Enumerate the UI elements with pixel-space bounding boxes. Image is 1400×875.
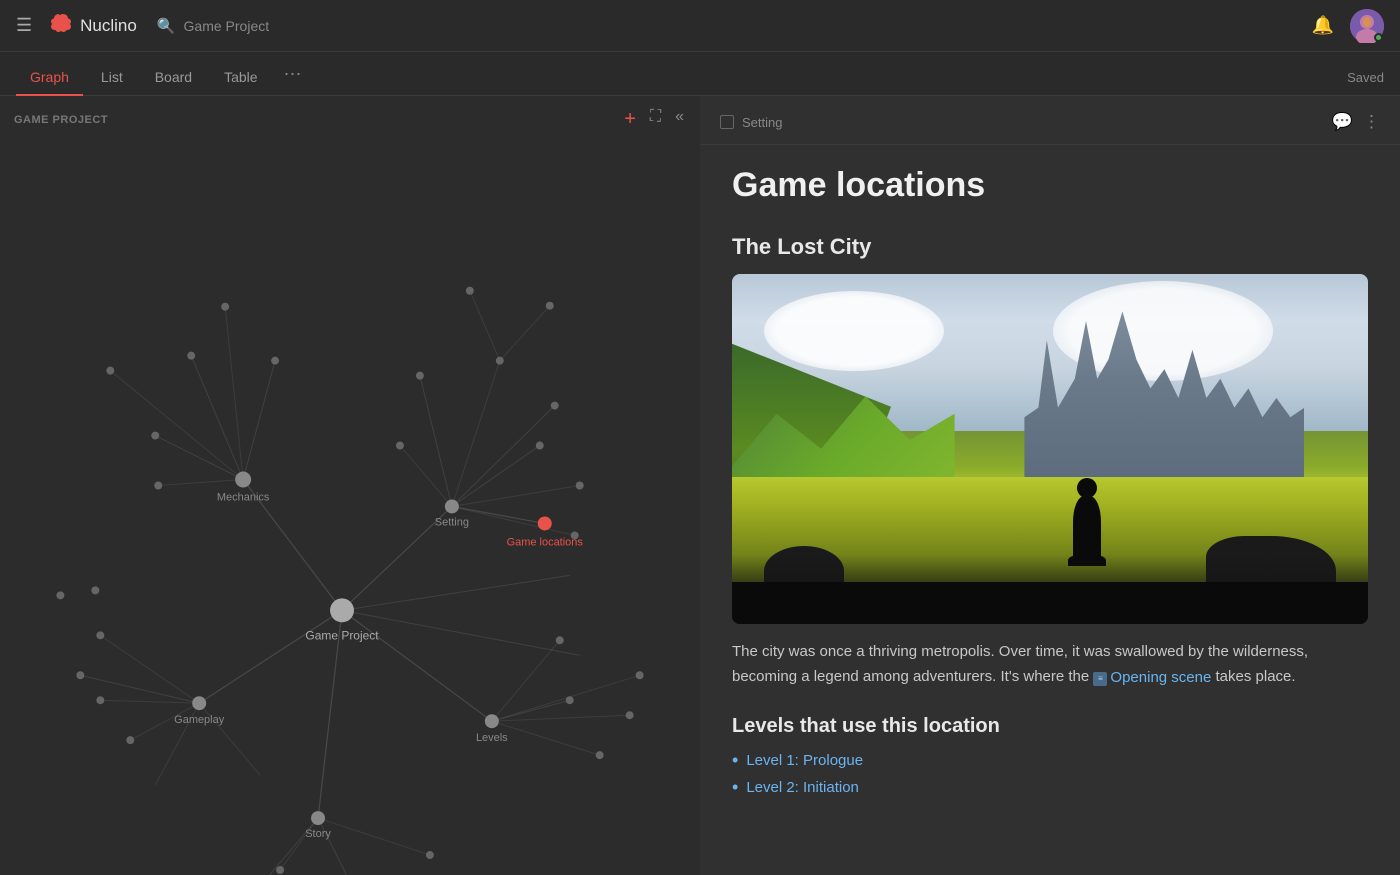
node-game-project (330, 598, 354, 622)
node-sm-16 (76, 671, 84, 679)
link-doc-icon: ≡ (1093, 672, 1107, 686)
node-sm-19 (96, 696, 104, 704)
nav-tabs: Graph List Board Table ⋯ Saved (0, 52, 1400, 96)
svg-text:Story: Story (305, 828, 331, 840)
expand-button[interactable]: ⛶ (648, 106, 663, 133)
node-sm-1 (187, 352, 195, 360)
node-sm-9 (551, 402, 559, 410)
topbar-right: 🔔 (1312, 9, 1384, 43)
main-content: GAME PROJECT + ⛶ « (0, 96, 1400, 875)
graph-panel: GAME PROJECT + ⛶ « (0, 96, 700, 875)
logo[interactable]: Nuclino (46, 12, 137, 40)
node-sm-25 (556, 636, 564, 644)
node-sm-13 (571, 531, 579, 539)
more-tabs-button[interactable]: ⋯ (276, 54, 310, 95)
topbar: ☰ Nuclino 🔍 Game Project 🔔 (0, 0, 1400, 52)
svg-text:Mechanics: Mechanics (217, 491, 270, 503)
more-options-button[interactable]: ⋮ (1363, 112, 1380, 132)
logo-text: Nuclino (80, 16, 137, 36)
svg-text:Setting: Setting (435, 516, 469, 528)
menu-icon[interactable]: ☰ (16, 15, 32, 36)
node-levels (485, 714, 499, 728)
node-sm-14 (546, 302, 554, 310)
search-bar[interactable]: 🔍 Game Project (157, 17, 269, 35)
document-actions: 💬 ⋮ (1332, 112, 1380, 132)
svg-text:Levels: Levels (476, 732, 508, 744)
tab-table[interactable]: Table (210, 59, 271, 95)
avatar[interactable] (1350, 9, 1384, 43)
svg-text:Game Project: Game Project (305, 628, 379, 642)
node-game-locations (538, 516, 552, 530)
description-paragraph: The city was once a thriving metropolis.… (732, 640, 1368, 691)
node-sm-20 (56, 591, 64, 599)
node-sm-22 (566, 696, 574, 704)
level-item-2[interactable]: Level 2: Initiation (732, 777, 1368, 798)
document-body: Game locations The Lost City (700, 145, 1400, 844)
node-sm-8 (496, 357, 504, 365)
node-sm-28 (276, 866, 284, 874)
document-panel: Setting 💬 ⋮ Game locations The Lost City (700, 96, 1400, 875)
lost-city-image (732, 274, 1368, 624)
node-sm-10 (536, 442, 544, 450)
svg-text:Gameplay: Gameplay (174, 714, 225, 726)
node-gameplay (192, 696, 206, 710)
node-sm-17 (96, 631, 104, 639)
saved-badge: Saved (1347, 70, 1384, 85)
notification-icon[interactable]: 🔔 (1312, 15, 1334, 36)
node-sm-2 (151, 432, 159, 440)
document-header: Setting 💬 ⋮ (700, 96, 1400, 145)
add-node-button[interactable]: + (622, 106, 638, 133)
panel-actions: + ⛶ « (622, 106, 686, 133)
node-sm-7 (416, 372, 424, 380)
node-sm-15 (466, 287, 474, 295)
node-sm-5 (221, 303, 229, 311)
node-sm-12 (576, 482, 584, 490)
project-label: GAME PROJECT (14, 114, 108, 126)
graph-panel-header: GAME PROJECT + ⛶ « (0, 96, 700, 143)
logo-icon (46, 12, 72, 40)
node-sm-27 (426, 851, 434, 859)
node-mechanics (235, 472, 251, 488)
avatar-status-dot (1374, 33, 1383, 42)
comment-button[interactable]: 💬 (1332, 112, 1353, 132)
search-text: Game Project (184, 18, 270, 34)
collapse-button[interactable]: « (673, 106, 686, 133)
breadcrumb-checkbox-icon (720, 115, 734, 129)
node-sm-21 (91, 586, 99, 594)
graph-svg[interactable]: Game Project Mechanics Setting Game loca… (0, 96, 700, 875)
node-sm-6 (154, 482, 162, 490)
section-levels: Levels that use this location (732, 715, 1368, 738)
breadcrumb-label: Setting (742, 115, 782, 130)
opening-scene-link[interactable]: ≡ Opening scene (1093, 666, 1211, 691)
node-story (311, 811, 325, 825)
document-title: Game locations (732, 165, 1368, 206)
tab-board[interactable]: Board (141, 59, 206, 95)
tab-graph[interactable]: Graph (16, 59, 83, 95)
node-sm-24 (596, 751, 604, 759)
breadcrumb: Setting (720, 115, 782, 130)
node-sm-26 (636, 671, 644, 679)
node-sm-3 (271, 357, 279, 365)
search-icon: 🔍 (157, 17, 176, 35)
node-sm-11 (396, 442, 404, 450)
tab-list[interactable]: List (87, 59, 137, 95)
levels-list: Level 1: Prologue Level 2: Initiation (732, 750, 1368, 798)
node-sm-18 (126, 736, 134, 744)
node-sm-4 (106, 367, 114, 375)
level-item-1[interactable]: Level 1: Prologue (732, 750, 1368, 771)
section-lost-city: The Lost City (732, 234, 1368, 260)
node-sm-23 (626, 711, 634, 719)
node-setting (445, 499, 459, 513)
